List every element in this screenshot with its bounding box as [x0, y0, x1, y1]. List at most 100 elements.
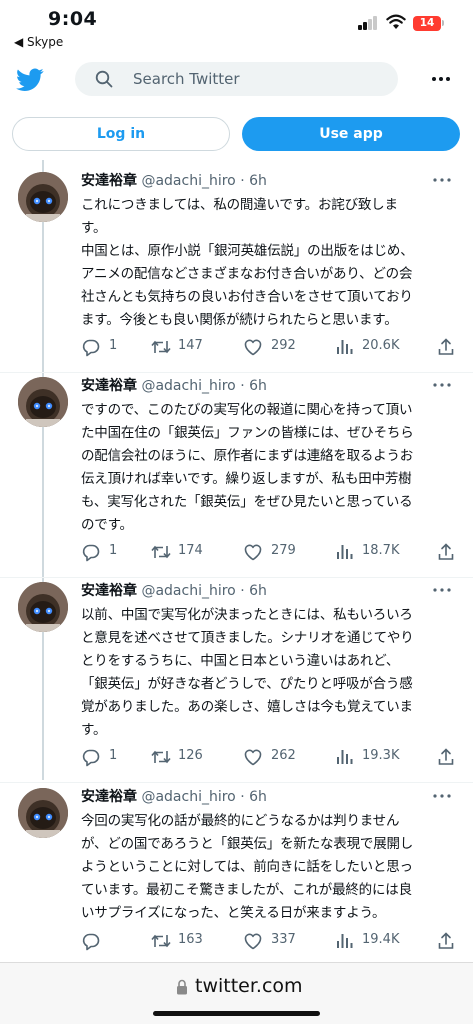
login-button[interactable]: Log in: [12, 117, 230, 151]
like-button[interactable]: 337: [243, 930, 313, 952]
reply-icon: [82, 339, 100, 357]
tweet-header: 安達裕章 @adachi_hiro · 6h: [81, 788, 267, 806]
share-button[interactable]: [436, 541, 458, 563]
view-count: 19.3K: [362, 748, 400, 763]
author-name[interactable]: 安達裕章: [81, 378, 137, 394]
tweet-text-line: ています。最初こそ驚きましたが、これが最終的には良: [81, 882, 412, 898]
reply-button[interactable]: 1: [81, 541, 141, 563]
reply-button[interactable]: 1: [81, 336, 141, 358]
tweet-separator: [0, 782, 473, 783]
retweet-button[interactable]: 126: [150, 746, 220, 768]
author-handle[interactable]: @adachi_hiro: [141, 378, 235, 394]
more-icon[interactable]: [430, 172, 454, 188]
author-handle[interactable]: @adachi_hiro: [141, 583, 235, 599]
avatar[interactable]: [18, 788, 68, 838]
more-icon[interactable]: [427, 66, 455, 92]
reply-icon: [82, 749, 100, 767]
like-button[interactable]: 292: [243, 336, 313, 358]
status-time: 9:04: [48, 8, 98, 30]
author-name[interactable]: 安達裕章: [81, 583, 137, 599]
view-count: 19.4K: [362, 932, 400, 947]
share-button[interactable]: [436, 746, 458, 768]
retweet-icon: [151, 340, 171, 354]
share-button[interactable]: [436, 336, 458, 358]
back-to-app-link[interactable]: ◀ Skype: [14, 35, 63, 49]
tweet-text-line: 以前、中国で実写化が決まったときには、私もいろいろ: [81, 607, 413, 623]
tweet-text: 以前、中国で実写化が決まったときには、私もいろいろ と意見を述べさせて頂きました。…: [81, 604, 453, 742]
tweet-text-line: ですので、このたびの実写化の報道に関心を持って頂い: [81, 402, 413, 418]
home-indicator: [153, 1011, 320, 1016]
avatar[interactable]: [18, 377, 68, 427]
author-handle[interactable]: @adachi_hiro: [141, 789, 235, 805]
tweet-text: これにつきましては、私の間違いです。お詫び致しま す。 中国とは、原作小説「銀河英雄…: [81, 194, 453, 332]
views-button[interactable]: 20.6K: [334, 336, 414, 358]
views-button[interactable]: 19.3K: [334, 746, 414, 768]
battery-icon: 14: [413, 16, 441, 31]
browser-url-bar[interactable]: twitter.com: [0, 962, 473, 1024]
retweet-icon: [151, 545, 171, 559]
browser-url: twitter.com: [195, 975, 303, 997]
like-icon: [244, 933, 262, 950]
separator-dot: ·: [240, 789, 245, 805]
thread-connector-line: [42, 160, 44, 780]
like-icon: [244, 544, 262, 561]
views-icon: [337, 545, 353, 559]
more-icon[interactable]: [430, 788, 454, 804]
tweet-text-line: いサプライズになった、と笑える日が来ますよう。: [81, 905, 386, 921]
robot-avatar-image: [18, 788, 68, 838]
share-icon: [438, 543, 454, 560]
separator-dot: ·: [240, 583, 245, 599]
tweet-actions: 1 126 262 19.3K: [0, 746, 473, 768]
tweet-text-line: 社さんとも気持ちの良いお付き合いをさせて頂いており: [81, 289, 413, 305]
more-icon[interactable]: [430, 377, 454, 393]
author-handle[interactable]: @adachi_hiro: [141, 173, 235, 189]
use-app-button[interactable]: Use app: [242, 117, 460, 151]
retweet-button[interactable]: 163: [150, 930, 220, 952]
cellular-signal-icon: [358, 16, 380, 30]
retweet-count: 147: [178, 338, 203, 353]
reply-count: 1: [109, 338, 118, 353]
author-name[interactable]: 安達裕章: [81, 173, 137, 189]
tweet-timestamp[interactable]: 6h: [249, 583, 267, 599]
separator-dot: ·: [240, 378, 245, 394]
tweet-separator: [0, 577, 473, 578]
retweet-button[interactable]: 147: [150, 336, 220, 358]
reply-button[interactable]: [81, 930, 141, 952]
reply-icon: [82, 933, 100, 951]
tweet-text: ですので、このたびの実写化の報道に関心を持って頂い た中国在住の「銀英伝」ファンの…: [81, 399, 453, 537]
tweet-text-line: 伝え頂ければ幸いです。繰り返しますが、私も田中芳樹: [81, 471, 412, 487]
views-button[interactable]: 19.4K: [334, 930, 414, 952]
tweet-actions: 163 337 19.4K: [0, 930, 473, 952]
tweet-text-line: のです。: [81, 517, 133, 533]
twitter-bird-icon[interactable]: [16, 68, 44, 92]
tweet-timestamp[interactable]: 6h: [249, 789, 267, 805]
tweet-actions: 1 147 292 20.6K: [0, 336, 473, 358]
reply-count: 1: [109, 543, 118, 558]
retweet-button[interactable]: 174: [150, 541, 220, 563]
avatar[interactable]: [18, 172, 68, 222]
share-button[interactable]: [436, 930, 458, 952]
reply-button[interactable]: 1: [81, 746, 141, 768]
more-icon[interactable]: [430, 582, 454, 598]
like-count: 292: [271, 338, 296, 353]
retweet-count: 163: [178, 932, 203, 947]
views-icon: [337, 750, 353, 764]
robot-avatar-image: [18, 582, 68, 632]
robot-avatar-image: [18, 377, 68, 427]
avatar[interactable]: [18, 582, 68, 632]
search-input[interactable]: Search Twitter: [75, 62, 398, 96]
views-button[interactable]: 18.7K: [334, 541, 414, 563]
like-icon: [244, 749, 262, 766]
tweet-text-line: が、どの国であろうと「銀英伝」を新たな表現で展開し: [81, 836, 414, 852]
status-bar: 9:04 ◀ Skype 14: [0, 0, 473, 52]
tweet-text-line: アニメの配信などさまざまなお付き合いがあり、どの会: [81, 266, 413, 282]
tweet-timestamp[interactable]: 6h: [249, 173, 267, 189]
tweet-text-line: た中国在住の「銀英伝」ファンの皆様には、ぜひそちら: [81, 425, 414, 441]
author-name[interactable]: 安達裕章: [81, 789, 137, 805]
like-button[interactable]: 262: [243, 746, 313, 768]
tweet-text-line: 「銀英伝」が好きな者どうしで、ぴたりと呼吸が合う感: [81, 676, 413, 692]
tweet-text-line: の配信会社のほうに、原作者にまずは連絡を取るようお: [81, 448, 414, 464]
tweet-header: 安達裕章 @adachi_hiro · 6h: [81, 172, 267, 190]
like-button[interactable]: 279: [243, 541, 313, 563]
tweet-timestamp[interactable]: 6h: [249, 378, 267, 394]
